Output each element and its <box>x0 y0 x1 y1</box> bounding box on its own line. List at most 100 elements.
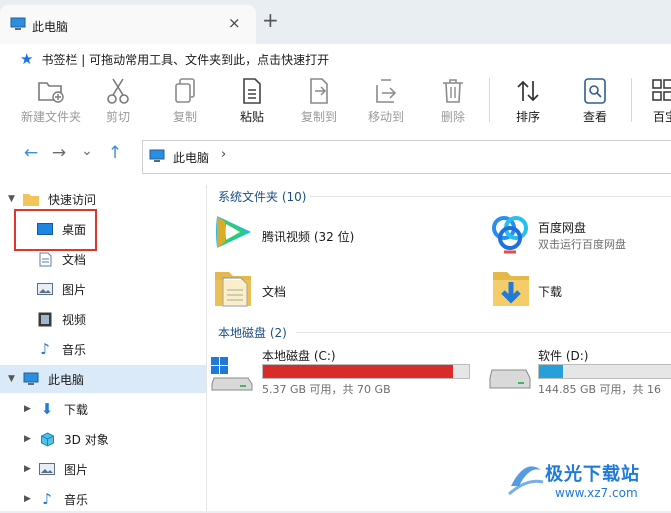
sidebar-item-label: 音乐 <box>62 342 87 357</box>
history-chevron-icon[interactable]: ⌄ <box>78 143 96 163</box>
item-baidu-netdisk-subtitle: 双击运行百度网盘 <box>538 238 626 251</box>
paste-button[interactable]: 粘贴 <box>218 76 286 125</box>
copy-to-label: 复制到 <box>300 110 337 124</box>
new-folder-icon <box>36 76 66 106</box>
tab-this-pc[interactable]: 此电脑 × <box>0 5 256 44</box>
disk-c-info: 5.37 GB 可用，共 70 GB <box>262 383 391 396</box>
copy-label: 复制 <box>172 110 197 124</box>
toolbox-button[interactable]: 百宝 <box>637 76 671 125</box>
toolbox-icon <box>647 76 671 106</box>
toolbar-divider <box>489 78 490 122</box>
copy-to-icon <box>304 76 334 106</box>
expand-right-icon[interactable]: ▶ <box>24 404 38 414</box>
disk-c-usage-bar <box>262 364 470 379</box>
expand-right-icon[interactable]: ▶ <box>24 464 38 474</box>
back-arrow-icon[interactable]: ← <box>22 143 40 163</box>
tencent-video-icon <box>211 210 255 257</box>
sidebar-item-pictures[interactable]: 图片 <box>0 275 206 303</box>
address-bar[interactable]: 此电脑 › <box>142 140 671 174</box>
sidebar-item-label: 图片 <box>64 462 89 477</box>
baidu-netdisk-icon <box>490 212 530 257</box>
address-path[interactable]: 此电脑 <box>173 149 209 166</box>
item-disk-c[interactable]: 本地磁盘 (C:) <box>262 347 336 364</box>
item-documents[interactable]: 文档 <box>262 283 286 300</box>
music-note-icon: ♪ <box>40 340 50 358</box>
forward-arrow-icon[interactable]: → <box>50 143 68 163</box>
delete-label: 删除 <box>440 110 465 124</box>
picture-icon <box>38 461 56 477</box>
picture-icon <box>36 281 54 297</box>
bookmarks-bar[interactable]: ★ 书签栏 | 可拖动常用工具、文件夹到此，点击快速打开 <box>20 50 329 68</box>
view-label: 查看 <box>582 110 607 124</box>
view-icon <box>580 76 610 106</box>
up-arrow-icon[interactable]: ↑ <box>106 143 124 163</box>
film-icon <box>36 311 54 327</box>
delete-button[interactable]: 删除 <box>419 76 487 125</box>
copy-icon <box>170 76 200 106</box>
music-note-icon: ♪ <box>42 490 52 508</box>
group-header-system-folders[interactable]: 系统文件夹 (10) <box>218 188 306 205</box>
trash-icon <box>438 76 468 106</box>
move-to-label: 移动到 <box>367 110 404 124</box>
expand-down-icon[interactable]: ▼ <box>8 194 22 204</box>
path-chevron-icon[interactable]: › <box>221 147 226 162</box>
new-tab-button[interactable]: + <box>262 8 279 32</box>
item-downloads[interactable]: 下载 <box>538 283 562 300</box>
document-icon <box>36 251 54 267</box>
tab-title: 此电脑 <box>32 20 69 34</box>
sidebar-item-label: 文档 <box>62 252 87 267</box>
copy-to-button[interactable]: 复制到 <box>285 76 353 125</box>
toolbar-divider <box>631 78 632 122</box>
sidebar-item-label: 图片 <box>62 282 87 297</box>
sidebar-item-downloads[interactable]: ▶ ⬇ 下载 <box>0 395 206 423</box>
downloads-folder-icon <box>491 266 531 311</box>
sidebar-item-music[interactable]: ♪ 音乐 <box>0 335 206 363</box>
expand-right-icon[interactable]: ▶ <box>24 494 38 504</box>
watermark-title: 极光下载站 <box>545 464 640 485</box>
sidebar-item-this-pc[interactable]: ▼ 此电脑 <box>0 365 206 393</box>
cut-label: 剪切 <box>105 110 130 124</box>
sort-button[interactable]: 排序 <box>494 76 562 125</box>
scissors-icon <box>103 76 133 106</box>
highlight-box <box>14 209 97 251</box>
move-to-button[interactable]: 移动到 <box>352 76 420 125</box>
group-header-local-disks[interactable]: 本地磁盘 (2) <box>218 324 287 341</box>
sidebar-item-music-pc[interactable]: ▶ ♪ 音乐 <box>0 485 206 513</box>
sidebar-item-label: 此电脑 <box>48 372 85 387</box>
computer-icon <box>22 371 40 387</box>
cut-button[interactable]: 剪切 <box>84 76 152 125</box>
new-folder-button[interactable]: 新建文件夹 <box>17 76 85 125</box>
navigation-buttons: ← → ⌄ ↑ <box>22 143 124 163</box>
item-baidu-netdisk[interactable]: 百度网盘 <box>538 219 586 236</box>
sidebar-item-pictures-pc[interactable]: ▶ 图片 <box>0 455 206 483</box>
watermark-url: www.xz7.com <box>555 486 638 500</box>
expand-down-icon[interactable]: ▼ <box>8 374 22 384</box>
disk-d-info: 144.85 GB 可用，共 16 <box>538 383 662 396</box>
computer-icon <box>149 149 165 166</box>
tab-close-button[interactable]: × <box>228 14 241 32</box>
sidebar-item-label: 3D 对象 <box>64 432 109 447</box>
bookmarks-hint: 书签栏 | 可拖动常用工具、文件夹到此，点击快速打开 <box>41 52 330 67</box>
folder-icon <box>22 191 40 207</box>
sidebar-item-label: 视频 <box>62 312 87 327</box>
star-icon: ★ <box>20 50 34 68</box>
new-folder-label: 新建文件夹 <box>20 110 81 124</box>
sort-label: 排序 <box>515 110 540 124</box>
sidebar-item-label: 下载 <box>64 402 89 417</box>
expand-right-icon[interactable]: ▶ <box>24 434 38 444</box>
computer-icon <box>10 17 26 34</box>
sidebar-item-3d-objects[interactable]: ▶ 3D 对象 <box>0 425 206 453</box>
sidebar-item-videos[interactable]: 视频 <box>0 305 206 333</box>
view-button[interactable]: 查看 <box>561 76 629 125</box>
disk-c-usage-fill <box>263 365 454 378</box>
copy-button[interactable]: 复制 <box>151 76 219 125</box>
item-tencent-video[interactable]: 腾讯视频 (32 位) <box>262 228 354 245</box>
download-arrow-icon: ⬇ <box>40 400 54 418</box>
cube-icon <box>38 431 56 447</box>
group-divider <box>296 332 671 333</box>
toolbox-label: 百宝 <box>653 110 671 124</box>
sidebar-item-label: 音乐 <box>64 492 89 507</box>
item-disk-d[interactable]: 软件 (D:) <box>538 347 588 364</box>
disk-d-usage-bar <box>538 364 671 379</box>
disk-d-usage-fill <box>539 365 563 378</box>
